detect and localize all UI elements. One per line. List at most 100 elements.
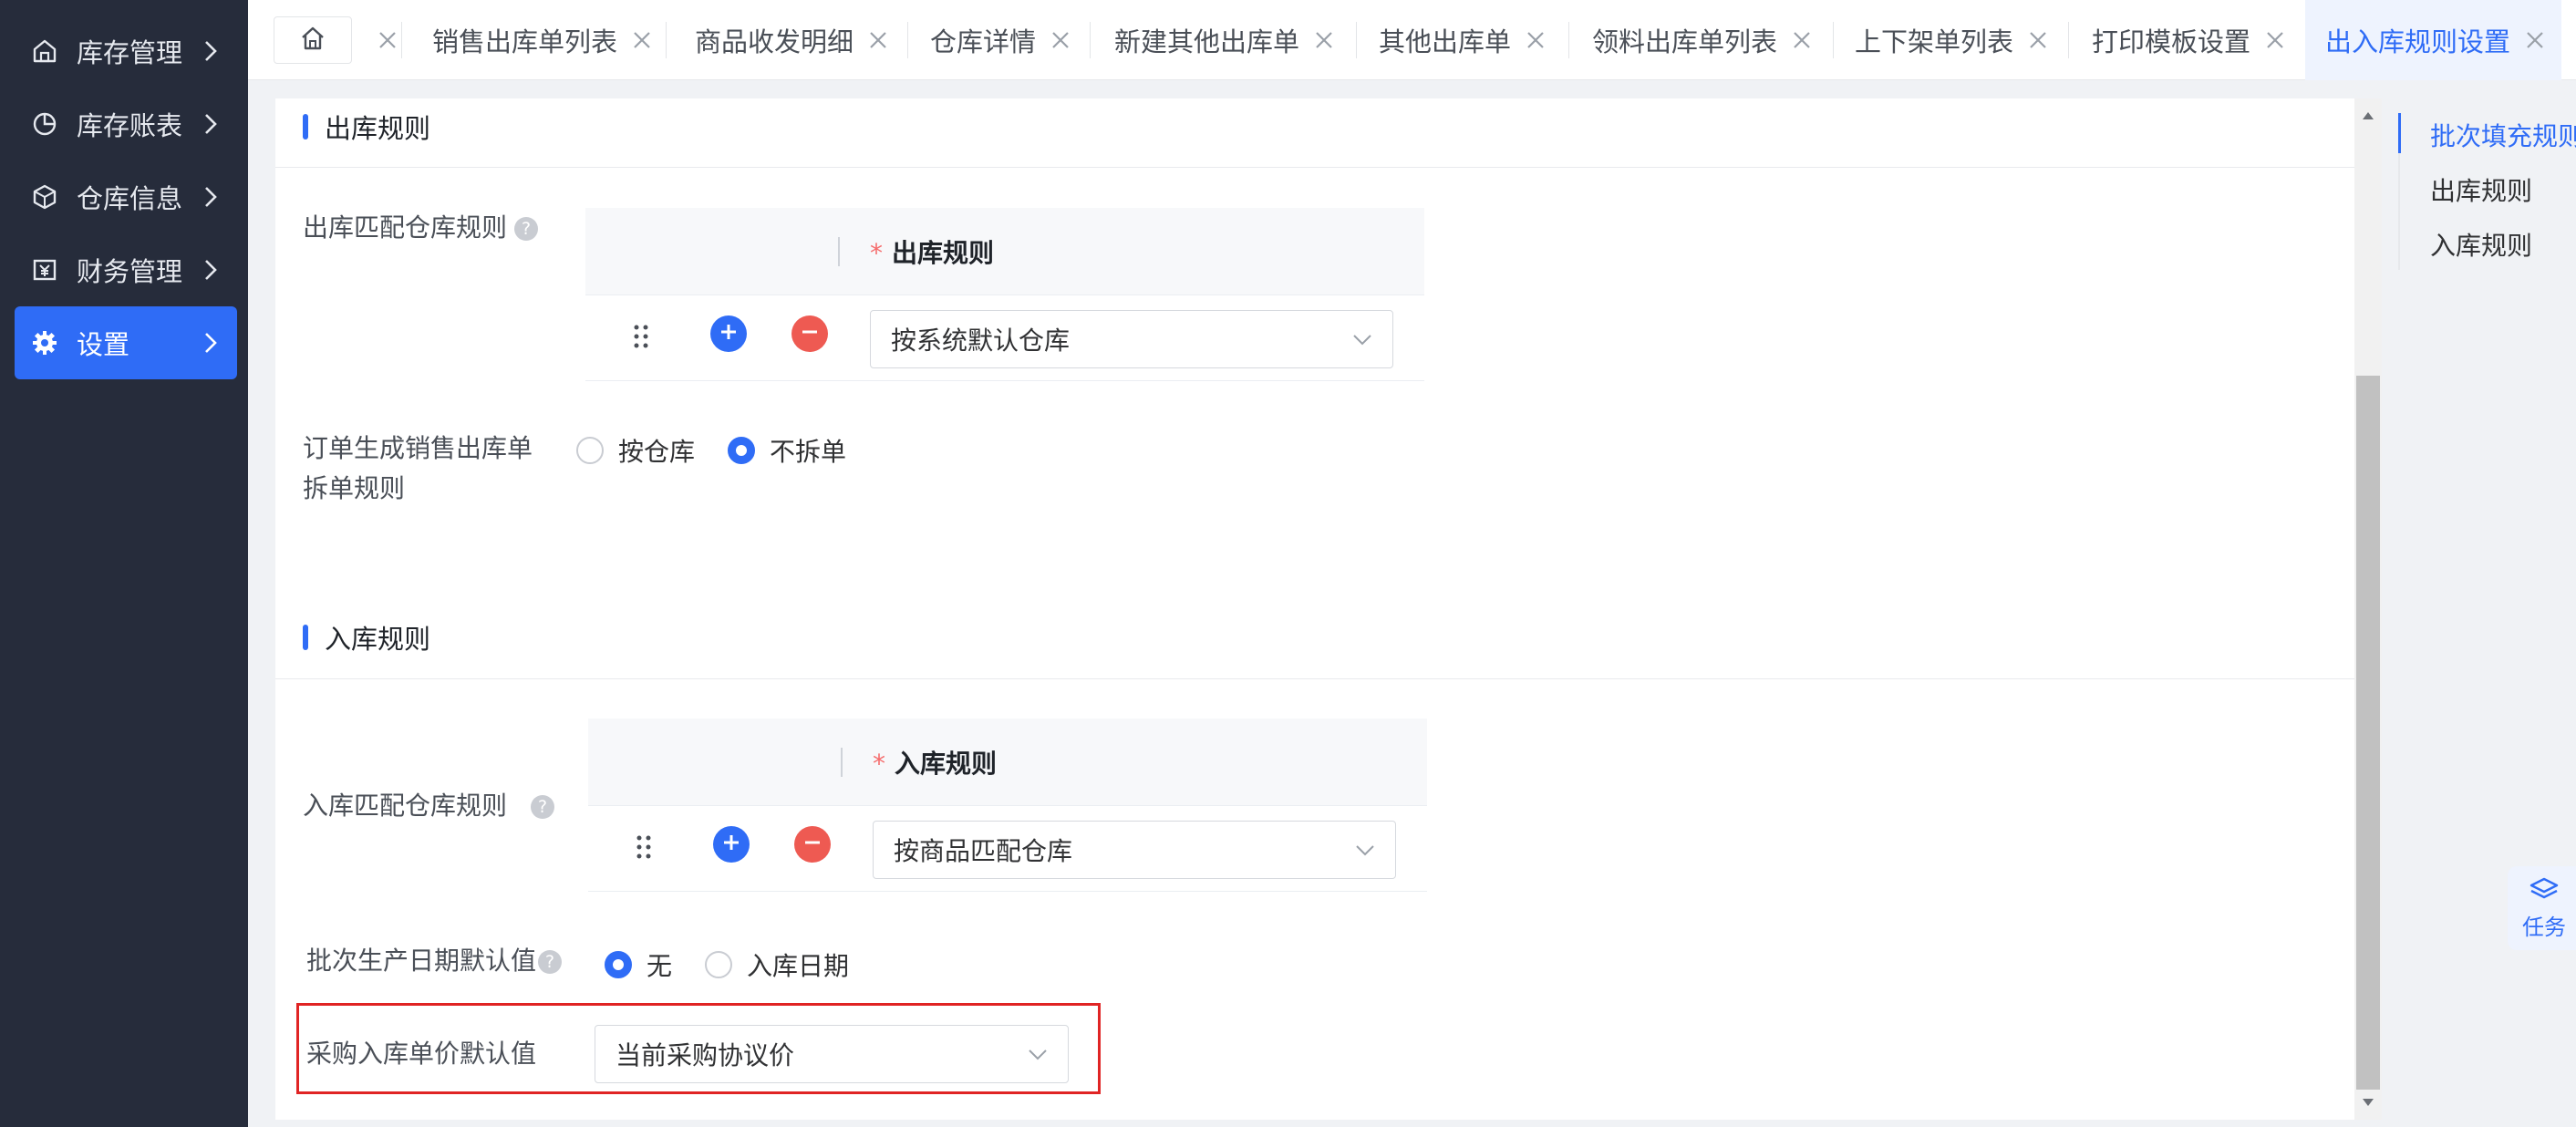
sidebar-item-label: 设置 [77, 329, 130, 360]
label-line: 拆单规则 [303, 473, 406, 503]
label-text: 入库匹配仓库规则 [303, 791, 508, 821]
close-icon[interactable] [2026, 28, 2050, 52]
add-row-button[interactable] [713, 826, 750, 863]
batch-date-radio-group: 无 入库日期 [605, 946, 882, 983]
scrollbar-thumb[interactable] [2356, 376, 2380, 1090]
purchase-price-select[interactable]: 当前采购协议价 [595, 1025, 1069, 1083]
tab-label: 仓库详情 [930, 26, 1037, 57]
label-line: 订单生成销售出库单 [303, 433, 533, 463]
radio-dot[interactable] [605, 951, 632, 978]
anchor-inbound-rules[interactable]: 入库规则 [2430, 226, 2532, 263]
sidebar-item-finance[interactable]: 财务管理 [15, 233, 237, 306]
tab-label: 上下架单列表 [1855, 26, 2014, 57]
radio-label: 入库日期 [747, 951, 850, 981]
task-label: 任务 [2522, 914, 2566, 940]
radio-dot[interactable] [576, 437, 604, 464]
sidebar-item-settings[interactable]: 设置 [15, 306, 237, 379]
home-icon [299, 25, 326, 56]
split-by-warehouse-radio[interactable]: 按仓库 [576, 432, 695, 469]
select-value: 按商品匹配仓库 [894, 836, 1073, 866]
tab-label: 打印模板设置 [2092, 26, 2251, 57]
radio-label: 按仓库 [618, 437, 696, 467]
batch-date-inbound-date-radio[interactable]: 入库日期 [705, 946, 849, 983]
close-icon[interactable] [1312, 28, 1336, 52]
sidebar-item-inventory[interactable]: 库存管理 [15, 15, 237, 88]
outbound-rule-select[interactable]: 按系统默认仓库 [870, 310, 1393, 368]
tab-home[interactable] [274, 16, 352, 64]
batch-date-label: 批次生产日期默认值? [306, 941, 563, 981]
radio-dot[interactable] [705, 951, 733, 978]
pie-chart-icon [29, 109, 60, 140]
split-rule-label: 订单生成销售出库单 拆单规则 [303, 429, 533, 509]
close-icon[interactable] [630, 28, 654, 52]
close-icon[interactable] [2523, 28, 2547, 52]
outbound-section-title: 出库规则 [303, 108, 430, 146]
tab-inout-rules[interactable]: 出入库规则设置 [2305, 0, 2562, 80]
question-icon[interactable]: ? [514, 217, 539, 241]
scroll-up-icon[interactable] [2360, 108, 2376, 124]
no-split-radio[interactable]: 不拆单 [728, 432, 846, 469]
batch-date-none-radio[interactable]: 无 [605, 946, 672, 983]
anchor-outbound-rules[interactable]: 出库规则 [2430, 171, 2532, 208]
inbound-rule-select[interactable]: 按商品匹配仓库 [873, 821, 1396, 879]
purchase-price-label: 采购入库单价默认值 [306, 1039, 537, 1069]
add-row-button[interactable] [710, 315, 747, 352]
drag-handle-icon[interactable] [634, 833, 654, 861]
sidebar-item-warehouse[interactable]: 仓库信息 [15, 160, 237, 233]
scroll-down-icon[interactable] [2360, 1094, 2376, 1111]
tab-other-outbound[interactable]: 其他出库单 [1379, 0, 1547, 80]
minus-icon [800, 322, 820, 346]
section-marker [303, 114, 308, 140]
chevron-right-icon [197, 183, 224, 211]
close-icon[interactable] [2263, 28, 2287, 52]
cube-icon [29, 181, 60, 212]
close-icon[interactable] [866, 28, 890, 52]
column-header: * 出库规则 [870, 233, 994, 270]
remove-row-button[interactable] [791, 315, 828, 352]
minus-icon [802, 832, 822, 856]
sidebar-item-ledger[interactable]: 库存账表 [15, 88, 237, 160]
close-icon[interactable] [1790, 28, 1814, 52]
column-header: * 入库规则 [873, 744, 997, 781]
sidebar-item-label: 库存账表 [77, 110, 183, 141]
tab-material-outbound-list[interactable]: 领料出库单列表 [1592, 0, 1814, 80]
chevron-down-icon [1024, 1040, 1051, 1068]
question-icon[interactable]: ? [538, 950, 563, 974]
column-header-text: 入库规则 [895, 749, 998, 779]
tab-warehouse-detail[interactable]: 仓库详情 [930, 0, 1072, 80]
chevron-down-icon [1351, 836, 1379, 863]
tab-label: 商品收发明细 [695, 26, 854, 57]
task-float-button[interactable]: 任务 [2508, 866, 2576, 950]
section-marker [303, 625, 308, 650]
tab-new-other-outbound[interactable]: 新建其他出库单 [1114, 0, 1336, 80]
label-text: 批次生产日期默认值 [306, 946, 537, 976]
split-rule-radio-group: 按仓库 不拆单 [576, 432, 879, 469]
close-icon[interactable] [1049, 28, 1072, 52]
outbound-rule-table: * 出库规则 按系统默认仓库 [585, 208, 1424, 381]
inbound-section-title: 入库规则 [303, 618, 430, 657]
close-icon[interactable] [1524, 28, 1547, 52]
tab-goods-detail[interactable]: 商品收发明细 [695, 0, 890, 80]
radio-label: 不拆单 [770, 437, 847, 467]
remove-row-button[interactable] [794, 826, 831, 863]
tab-label: 出入库规则设置 [2325, 26, 2511, 57]
drag-handle-icon[interactable] [631, 323, 651, 350]
question-icon[interactable]: ? [531, 795, 555, 819]
required-mark: * [870, 238, 883, 268]
plus-icon [719, 322, 739, 346]
select-value: 按系统默认仓库 [891, 326, 1071, 356]
home-icon [29, 36, 60, 67]
chevron-right-icon [197, 329, 224, 357]
close-icon[interactable] [376, 28, 399, 52]
radio-dot[interactable] [728, 437, 756, 464]
required-mark: * [873, 749, 885, 779]
table-header: * 入库规则 [588, 719, 1427, 806]
tab-print-template[interactable]: 打印模板设置 [2092, 0, 2287, 80]
anchor-batch-fill-rules[interactable]: 批次填充规则 [2430, 117, 2576, 153]
anchor-nav: 批次填充规则 出库规则 入库规则 [2398, 109, 2576, 274]
tab-close-prev[interactable] [363, 0, 399, 80]
table-header: * 出库规则 [585, 208, 1424, 295]
chevron-right-icon [197, 110, 224, 138]
tab-sales-outbound-list[interactable]: 销售出库单列表 [432, 0, 654, 80]
tab-shelving-list[interactable]: 上下架单列表 [1855, 0, 2050, 80]
